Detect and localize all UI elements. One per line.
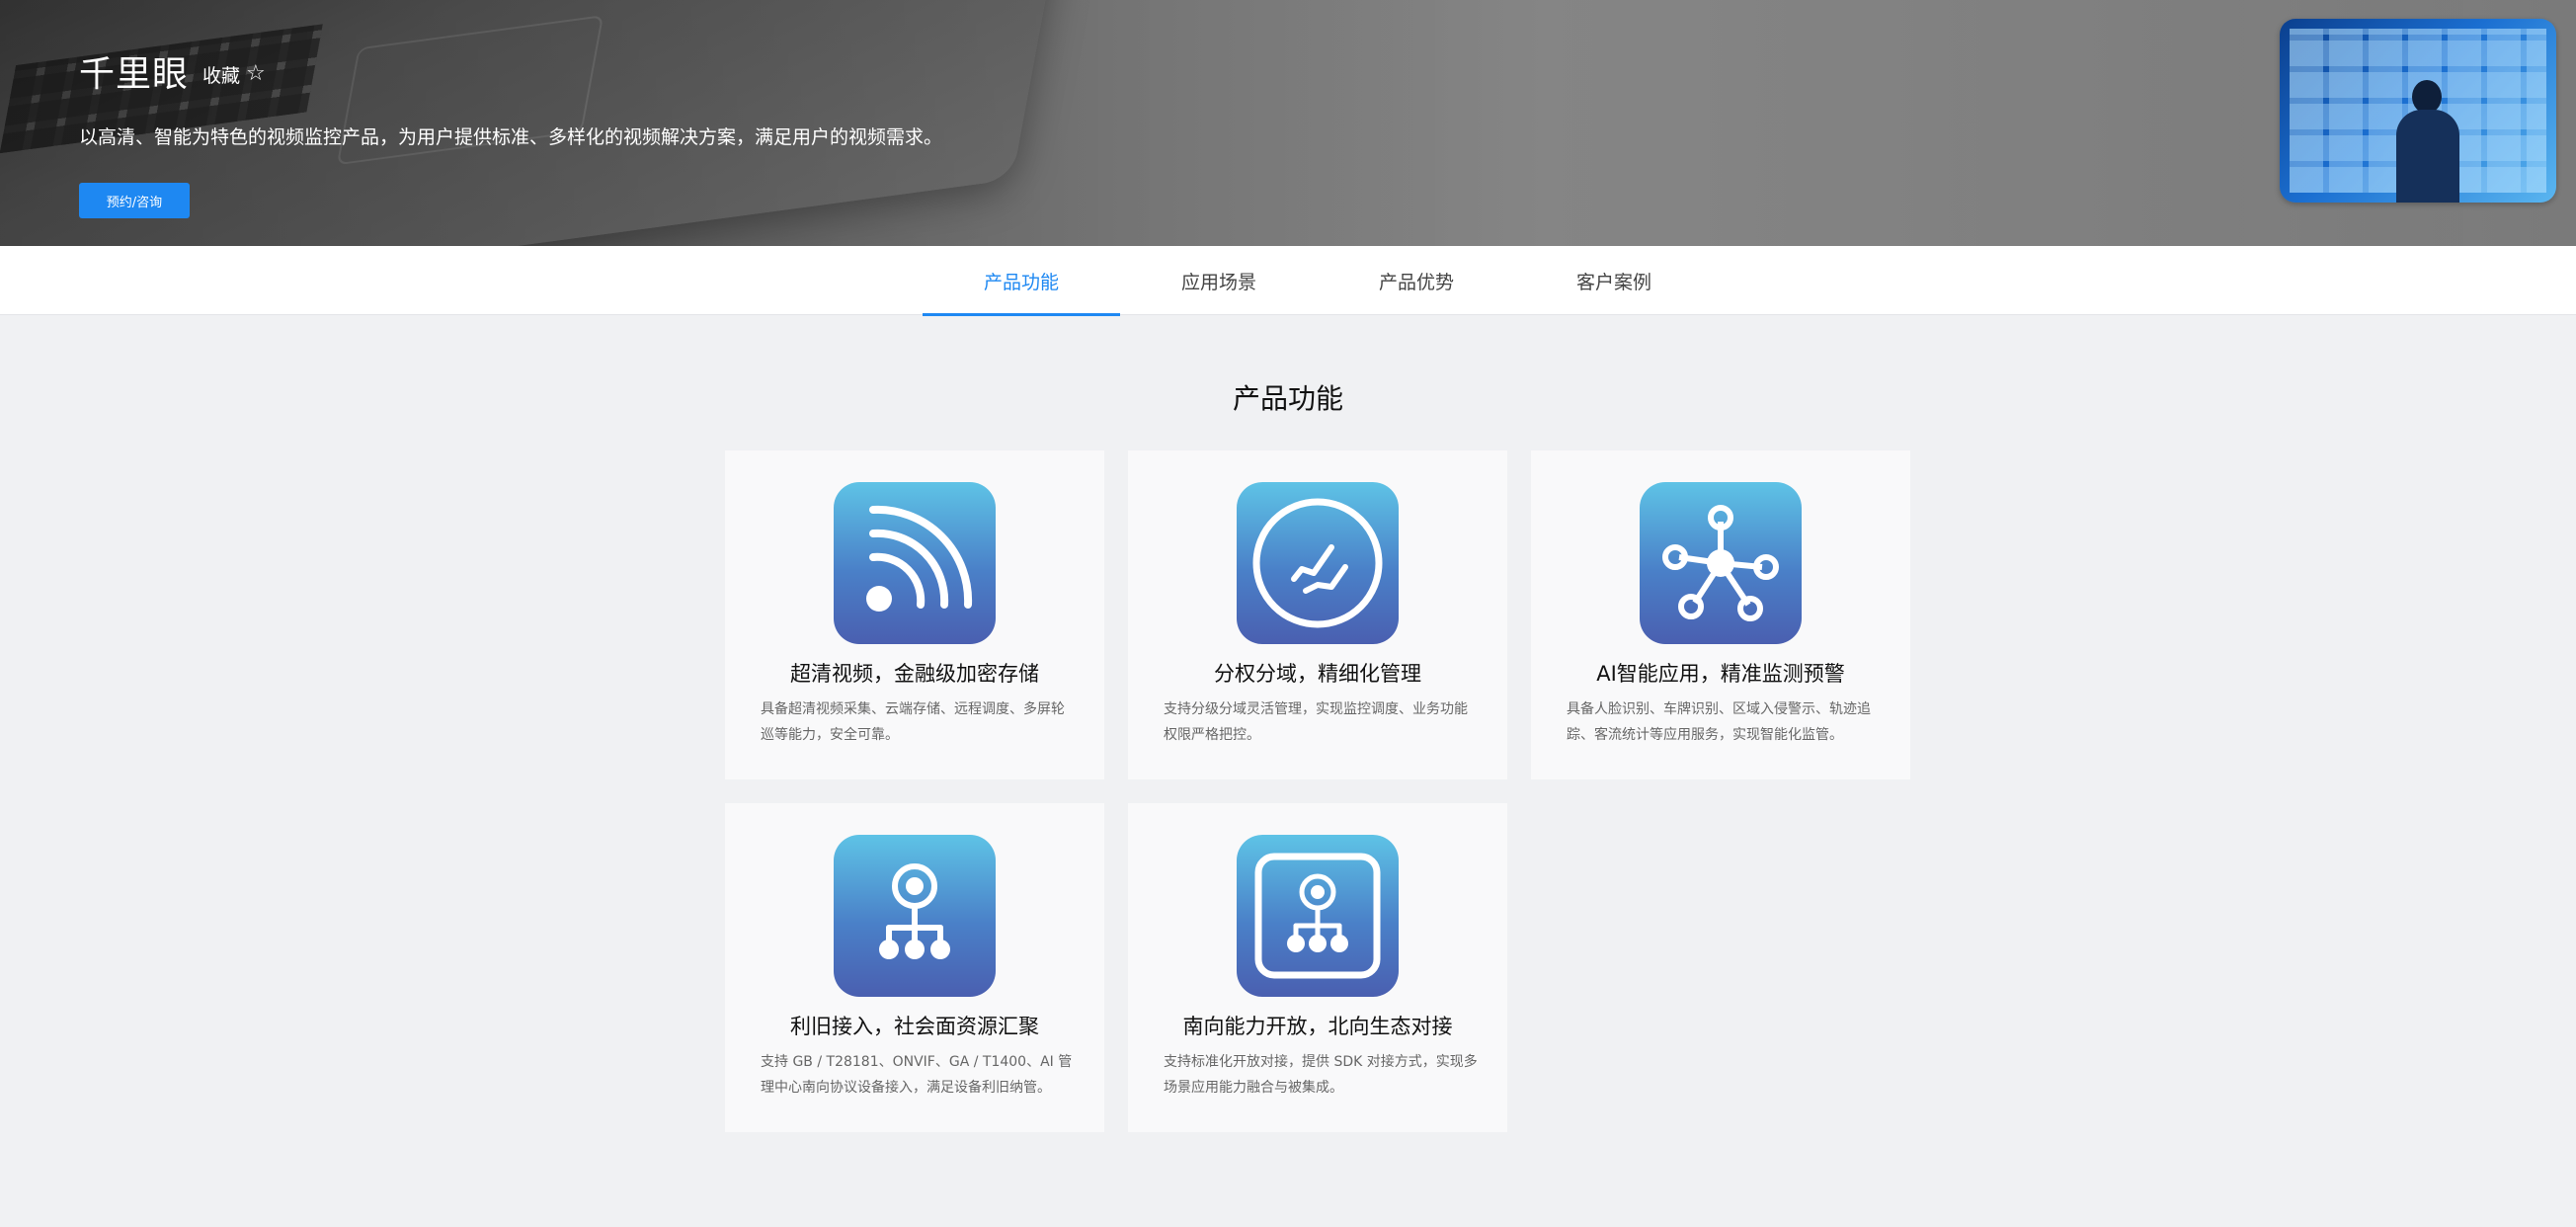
title-row: 千里眼 收藏 ☆ — [79, 45, 942, 97]
feature-card: 超清视频，金融级加密存储 具备超清视频采集、云端存储、远程调度、多屏轮巡等能力，… — [725, 450, 1104, 779]
banner-content: 千里眼 收藏 ☆ 以高清、智能为特色的视频监控产品，为用户提供标准、多样化的视频… — [79, 45, 942, 218]
feature-description: 支持分级分域灵活管理，实现监控调度、业务功能权限严格把控。 — [1164, 701, 1468, 743]
feature-description: 具备超清视频采集、云端存储、远程调度、多屏轮巡等能力，安全可靠。 — [761, 701, 1065, 743]
feature-description: 支持 GB / T28181、ONVIF、GA / T1400、AI 管理中心南… — [761, 1054, 1073, 1096]
feature-card: 利旧接入，社会面资源汇聚 支持 GB / T28181、ONVIF、GA / T… — [725, 803, 1104, 1132]
consult-button[interactable]: 预约/咨询 — [79, 183, 190, 218]
product-thumbnail-image — [2280, 19, 2556, 203]
product-subtitle: 以高清、智能为特色的视频监控产品，为用户提供标准、多样化的视频解决方案，满足用户… — [79, 126, 943, 148]
favorite-button[interactable]: 收藏 ☆ — [202, 61, 266, 88]
tab-application-scenarios[interactable]: 应用场景 — [1120, 246, 1318, 315]
star-outline-icon: ☆ — [246, 61, 266, 86]
feature-title: 超清视频，金融级加密存储 — [790, 662, 1039, 686]
section-title: 产品功能 — [1232, 382, 1343, 415]
favorite-label: 收藏 — [202, 64, 241, 87]
tabs: 产品功能 应用场景 产品优势 客户案例 — [923, 246, 1713, 316]
signal-broadcast-icon — [834, 482, 996, 644]
framed-org-tree-icon — [1237, 835, 1399, 997]
feature-description: 具备人脸识别、车牌识别、区域入侵警示、轨迹追踪、客流统计等应用服务，实现智能化监… — [1567, 701, 1871, 743]
tab-product-advantages[interactable]: 产品优势 — [1318, 246, 1515, 315]
product-banner: 千里眼 收藏 ☆ 以高清、智能为特色的视频监控产品，为用户提供标准、多样化的视频… — [0, 0, 2576, 246]
feature-card: 南向能力开放，北向生态对接 支持标准化开放对接，提供 SDK 对接方式，实现多场… — [1128, 803, 1507, 1132]
feature-title: AI智能应用，精准监测预警 — [1596, 662, 1845, 686]
tab-product-features[interactable]: 产品功能 — [923, 246, 1120, 316]
org-tree-icon — [834, 835, 996, 997]
tab-customer-cases[interactable]: 客户案例 — [1515, 246, 1713, 315]
tab-bar: 产品功能 应用场景 产品优势 客户案例 — [0, 246, 2576, 316]
feature-description: 支持标准化开放对接，提供 SDK 对接方式，实现多场景应用能力融合与被集成。 — [1164, 1054, 1478, 1096]
feature-title: 利旧接入，社会面资源汇聚 — [790, 1015, 1039, 1038]
feature-title: 南向能力开放，北向生态对接 — [1182, 1015, 1453, 1038]
domain-split-icon — [1237, 482, 1399, 644]
feature-card: AI智能应用，精准监测预警 具备人脸识别、车牌识别、区域入侵警示、轨迹追踪、客流… — [1531, 450, 1910, 779]
feature-card: 分权分域，精细化管理 支持分级分域灵活管理，实现监控调度、业务功能权限严格把控。 — [1128, 450, 1507, 779]
product-title: 千里眼 — [79, 54, 190, 95]
network-hub-icon — [1640, 482, 1802, 644]
feature-title: 分权分域，精细化管理 — [1214, 662, 1421, 686]
